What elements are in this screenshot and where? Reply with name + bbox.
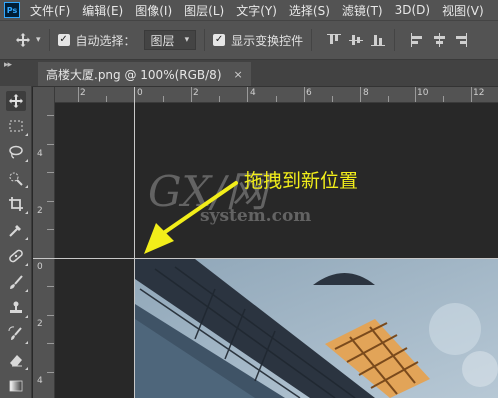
annotation-text: 拖拽到新位置 bbox=[244, 170, 359, 192]
annotation-arrow bbox=[144, 181, 238, 254]
